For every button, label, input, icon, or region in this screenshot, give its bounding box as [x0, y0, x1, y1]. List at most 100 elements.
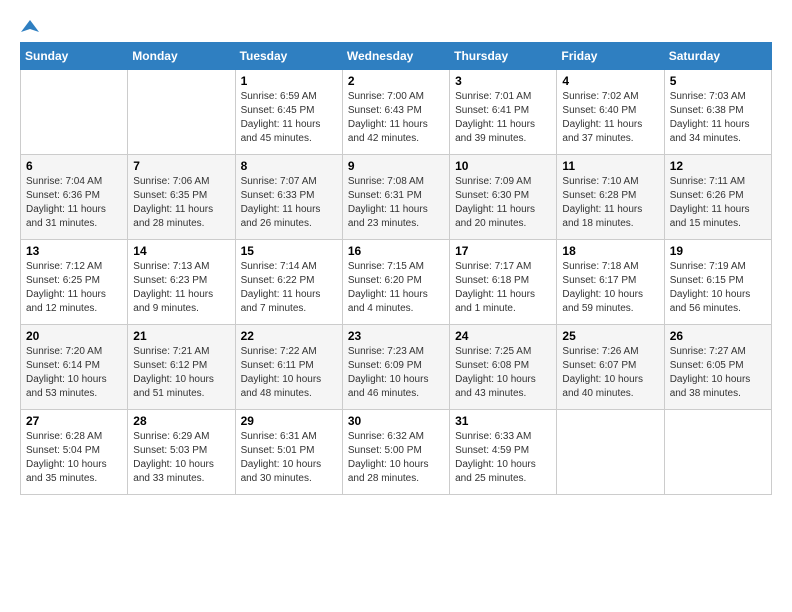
sunset-text: Sunset: 6:07 PM	[562, 359, 658, 373]
calendar-cell: 8Sunrise: 7:07 AMSunset: 6:33 PMDaylight…	[235, 155, 342, 240]
calendar-cell: 4Sunrise: 7:02 AMSunset: 6:40 PMDaylight…	[557, 70, 664, 155]
calendar-week-row: 20Sunrise: 7:20 AMSunset: 6:14 PMDayligh…	[21, 325, 772, 410]
sunset-text: Sunset: 6:36 PM	[26, 189, 122, 203]
sunrise-text: Sunrise: 7:09 AM	[455, 175, 551, 189]
calendar-cell: 2 Sunrise: 7:00 AMSunset: 6:43 PMDaylight…	[342, 70, 449, 155]
day-info: Sunrise: 7:07 AMSunset: 6:33 PMDaylight:…	[241, 175, 337, 231]
sunset-text: Sunset: 6:11 PM	[241, 359, 337, 373]
day-number: 29	[241, 414, 337, 428]
sunrise-text: Sunrise: 7:11 AM	[670, 175, 766, 189]
day-info: Sunrise: 7:04 AMSunset: 6:36 PMDaylight:…	[26, 175, 122, 231]
sunrise-text: Sunrise: 7:01 AM	[455, 90, 551, 104]
day-number: 30	[348, 414, 444, 428]
sunset-text: Sunset: 6:18 PM	[455, 274, 551, 288]
sunrise-text: Sunrise: 7:20 AM	[26, 345, 122, 359]
sunrise-text: Sunrise: 7:03 AM	[670, 90, 766, 104]
daylight-text: Daylight: 10 hours and 59 minutes.	[562, 288, 658, 316]
calendar-cell: 10 Sunrise: 7:09 AMSunset: 6:30 PMDayligh…	[450, 155, 557, 240]
sunset-text: Sunset: 6:14 PM	[26, 359, 122, 373]
daylight-text: Daylight: 11 hours and 31 minutes.	[26, 203, 122, 231]
day-info: Sunrise: 7:25 AMSunset: 6:08 PMDaylight:…	[455, 345, 551, 401]
calendar-cell: 18Sunrise: 7:18 AMSunset: 6:17 PMDayligh…	[557, 240, 664, 325]
day-number: 2	[348, 74, 444, 88]
calendar-week-row: 1Sunrise: 6:59 AMSunset: 6:45 PMDaylight…	[21, 70, 772, 155]
weekday-header-saturday: Saturday	[664, 43, 771, 70]
sunset-text: Sunset: 6:45 PM	[241, 104, 337, 118]
day-number: 20	[26, 329, 122, 343]
page-header	[20, 20, 772, 32]
daylight-text: Daylight: 10 hours and 48 minutes.	[241, 373, 337, 401]
sunrise-text: Sunrise: 7:10 AM	[562, 175, 658, 189]
day-number: 27	[26, 414, 122, 428]
day-number: 5	[670, 74, 766, 88]
sunrise-text: Sunrise: 7:25 AM	[455, 345, 551, 359]
sunset-text: Sunset: 6:20 PM	[348, 274, 444, 288]
weekday-header-sunday: Sunday	[21, 43, 128, 70]
day-info: Sunrise: 7:21 AMSunset: 6:12 PMDaylight:…	[133, 345, 229, 401]
sunset-text: Sunset: 6:41 PM	[455, 104, 551, 118]
day-number: 23	[348, 329, 444, 343]
calendar-week-row: 6Sunrise: 7:04 AMSunset: 6:36 PMDaylight…	[21, 155, 772, 240]
sunset-text: Sunset: 6:28 PM	[562, 189, 658, 203]
sunrise-text: Sunrise: 7:02 AM	[562, 90, 658, 104]
day-info: Sunrise: 7:09 AMSunset: 6:30 PMDaylight:…	[455, 175, 551, 231]
logo	[20, 20, 39, 32]
daylight-text: Daylight: 10 hours and 33 minutes.	[133, 458, 229, 486]
daylight-text: Daylight: 10 hours and 25 minutes.	[455, 458, 551, 486]
calendar-cell: 21Sunrise: 7:21 AMSunset: 6:12 PMDayligh…	[128, 325, 235, 410]
daylight-text: Daylight: 10 hours and 56 minutes.	[670, 288, 766, 316]
sunset-text: Sunset: 5:01 PM	[241, 444, 337, 458]
sunrise-text: Sunrise: 7:21 AM	[133, 345, 229, 359]
day-info: Sunrise: 6:29 AMSunset: 5:03 PMDaylight:…	[133, 430, 229, 486]
calendar-cell: 7Sunrise: 7:06 AMSunset: 6:35 PMDaylight…	[128, 155, 235, 240]
daylight-text: Daylight: 10 hours and 53 minutes.	[26, 373, 122, 401]
day-info: Sunrise: 7:15 AMSunset: 6:20 PMDaylight:…	[348, 260, 444, 316]
sunset-text: Sunset: 5:03 PM	[133, 444, 229, 458]
calendar-cell: 25Sunrise: 7:26 AMSunset: 6:07 PMDayligh…	[557, 325, 664, 410]
sunset-text: Sunset: 6:30 PM	[455, 189, 551, 203]
day-number: 16	[348, 244, 444, 258]
day-number: 13	[26, 244, 122, 258]
calendar-cell	[21, 70, 128, 155]
day-info: Sunrise: 6:59 AMSunset: 6:45 PMDaylight:…	[241, 90, 337, 146]
day-number: 28	[133, 414, 229, 428]
day-number: 11	[562, 159, 658, 173]
calendar-cell: 9Sunrise: 7:08 AMSunset: 6:31 PMDaylight…	[342, 155, 449, 240]
calendar-cell: 6Sunrise: 7:04 AMSunset: 6:36 PMDaylight…	[21, 155, 128, 240]
sunrise-text: Sunrise: 6:59 AM	[241, 90, 337, 104]
calendar-week-row: 13Sunrise: 7:12 AMSunset: 6:25 PMDayligh…	[21, 240, 772, 325]
day-info: Sunrise: 7:14 AMSunset: 6:22 PMDaylight:…	[241, 260, 337, 316]
day-number: 4	[562, 74, 658, 88]
sunrise-text: Sunrise: 7:26 AM	[562, 345, 658, 359]
calendar-cell: 15Sunrise: 7:14 AMSunset: 6:22 PMDayligh…	[235, 240, 342, 325]
sunset-text: Sunset: 6:38 PM	[670, 104, 766, 118]
day-number: 10	[455, 159, 551, 173]
daylight-text: Daylight: 11 hours and 37 minutes.	[562, 118, 658, 146]
sunset-text: Sunset: 6:31 PM	[348, 189, 444, 203]
day-info: Sunrise: 7:20 AMSunset: 6:14 PMDaylight:…	[26, 345, 122, 401]
day-info: Sunrise: 7:00 AMSunset: 6:43 PMDaylight:…	[348, 90, 444, 146]
weekday-header-tuesday: Tuesday	[235, 43, 342, 70]
calendar-cell: 20 Sunrise: 7:20 AMSunset: 6:14 PMDayligh…	[21, 325, 128, 410]
calendar-cell: 13Sunrise: 7:12 AMSunset: 6:25 PMDayligh…	[21, 240, 128, 325]
day-info: Sunrise: 7:11 AMSunset: 6:26 PMDaylight:…	[670, 175, 766, 231]
sunset-text: Sunset: 6:22 PM	[241, 274, 337, 288]
daylight-text: Daylight: 11 hours and 12 minutes.	[26, 288, 122, 316]
day-number: 1	[241, 74, 337, 88]
calendar-cell: 19Sunrise: 7:19 AMSunset: 6:15 PMDayligh…	[664, 240, 771, 325]
daylight-text: Daylight: 10 hours and 35 minutes.	[26, 458, 122, 486]
sunrise-text: Sunrise: 7:04 AM	[26, 175, 122, 189]
sunset-text: Sunset: 5:04 PM	[26, 444, 122, 458]
calendar-cell: 23Sunrise: 7:23 AMSunset: 6:09 PMDayligh…	[342, 325, 449, 410]
daylight-text: Daylight: 11 hours and 34 minutes.	[670, 118, 766, 146]
calendar-cell	[128, 70, 235, 155]
day-info: Sunrise: 7:27 AMSunset: 6:05 PMDaylight:…	[670, 345, 766, 401]
sunrise-text: Sunrise: 7:23 AM	[348, 345, 444, 359]
sunrise-text: Sunrise: 7:15 AM	[348, 260, 444, 274]
sunrise-text: Sunrise: 7:07 AM	[241, 175, 337, 189]
sunset-text: Sunset: 6:43 PM	[348, 104, 444, 118]
calendar-cell: 1 Sunrise: 6:59 AMSunset: 6:45 PMDaylight…	[235, 70, 342, 155]
daylight-text: Daylight: 11 hours and 28 minutes.	[133, 203, 229, 231]
day-number: 19	[670, 244, 766, 258]
sunrise-text: Sunrise: 7:13 AM	[133, 260, 229, 274]
